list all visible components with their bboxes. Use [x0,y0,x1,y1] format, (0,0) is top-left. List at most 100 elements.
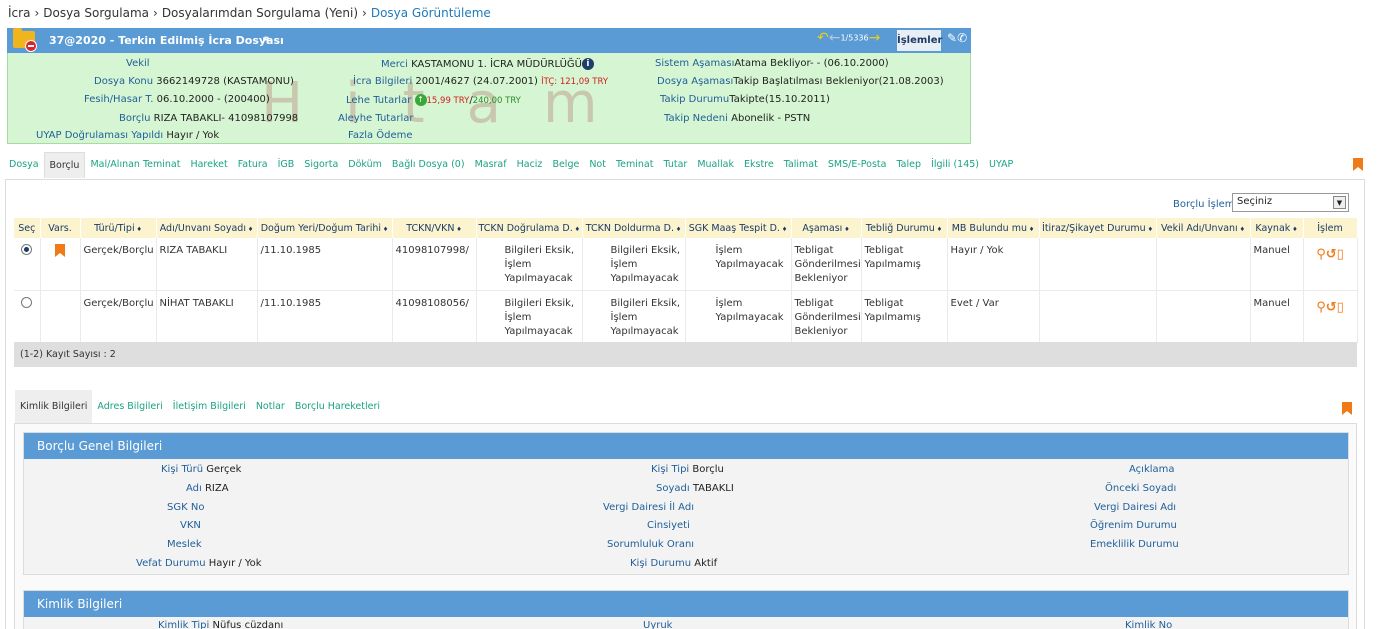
tab-fatura[interactable]: Fatura [233,152,273,178]
cell-kaynak: Manuel [1250,238,1304,291]
tab-tutar[interactable]: Tutar [658,152,692,178]
sort-icon[interactable]: ♦ [1290,226,1297,233]
subtab-kimlik-bilgileri[interactable]: Kimlik Bilgileri [15,390,93,423]
borclu-islem-select[interactable]: Seçiniz ▼ [1232,193,1349,212]
tab-haciz[interactable]: Haciz [512,152,548,178]
tab-belge[interactable]: Belge [547,152,584,178]
tab-teminat[interactable]: Teminat [611,152,659,178]
up-arrow-icon[interactable]: ↑ [414,94,427,106]
column-header[interactable]: SGK Maaş Tespit D. ♦ [685,218,792,238]
select-radio[interactable] [21,296,33,308]
sort-icon[interactable]: ♦ [1027,226,1034,233]
tab-masraf[interactable]: Masraf [470,152,512,178]
column-header[interactable]: İşlem [1303,218,1358,238]
sort-icon[interactable]: ♦ [780,226,787,233]
column-header[interactable]: TCKN Doğrulama D. ♦ [476,218,583,238]
tab-sigorta[interactable]: Sigorta [299,152,343,178]
column-header[interactable]: Tebliğ Durumu ♦ [861,218,948,238]
borclu-islem-selected: Seçiniz [1237,196,1273,207]
column-header[interactable]: TCKN Doldurma D. ♦ [582,218,686,238]
header-tools: ✎✆ [947,31,967,45]
sort-icon[interactable]: ♦ [674,226,681,233]
bookmark-icon[interactable] [55,244,65,257]
sort-icon[interactable]: ♦ [454,226,461,233]
tab-uyap[interactable]: UYAP [984,152,1018,178]
table-row[interactable]: Gerçek/Borçlu NİHAT TABAKLI/11.10.1985 410… [14,290,1358,343]
column-header[interactable]: Kaynak ♦ [1250,218,1304,238]
info-icon[interactable]: i [581,58,594,70]
vergi-dairesi-il-field: Vergi Dairesi İl Adı [603,502,694,513]
section-title: Borçlu Genel Bilgileri [24,433,1348,459]
select-radio[interactable] [21,244,33,255]
tab-borclu[interactable]: Borçlu [43,152,86,178]
fesih-field: Fesih/Hasar T. 06.10.2000 - (200400) [84,94,270,105]
main-tabs: Dosya Borçlu Mal/Alınan Teminat Hareket Fatu… [4,152,1018,178]
column-header[interactable]: Doğum Yeri/Doğum Tarihi ♦ [257,218,393,238]
sort-icon[interactable]: ♦ [246,226,253,233]
aleyhe-tutarlar-field: Aleyhe Tutarlar [338,113,414,124]
islemler-button[interactable]: İşlemler [897,30,942,51]
kisi-durumu-field: Kişi Durumu Aktif [630,558,718,569]
tab-sms-e-posta[interactable]: SMS/E-Posta [823,152,892,178]
next-arrow-icon[interactable]: → [869,30,881,46]
tab-dosya[interactable]: Dosya [4,152,44,178]
tab-hareket[interactable]: Hareket [185,152,232,178]
column-header[interactable]: Aşaması ♦ [791,218,862,238]
search-icon[interactable]: ⚲ [1316,247,1326,262]
tab-ilgili-145[interactable]: İlgili (145) [926,152,984,178]
breadcrumb-dosya-sorgulama[interactable]: Dosya Sorgulama [43,6,149,20]
sort-icon[interactable]: ♦ [1146,226,1153,233]
column-header[interactable]: Seç [14,218,41,238]
column-header[interactable]: İtiraz/Şikayet Durumu ♦ [1039,218,1157,238]
icra-bilgileri-field: İcra Bilgileri 2001/4627 (24.07.2001) İT… [353,76,609,87]
mobile-icon[interactable]: ▯ [1337,247,1344,262]
column-header[interactable]: Türü/Tipi ♦ [80,218,157,238]
sort-icon[interactable]: ♦ [381,226,388,233]
link-icon[interactable]: ⚭ [261,32,271,46]
tab-igb[interactable]: İGB [273,152,300,178]
subtab-notlar[interactable]: Notlar [251,390,290,423]
cell-sgk: İşlem Yapılmayacak [685,290,792,343]
tab-talep[interactable]: Talep [891,152,926,178]
sort-icon[interactable]: ♦ [935,226,942,233]
tab-ekstre[interactable]: Ekstre [739,152,779,178]
tab-not[interactable]: Not [584,152,611,178]
bookmark-icon[interactable] [1342,402,1352,415]
tab-talimat[interactable]: Talimat [779,152,823,178]
sort-icon[interactable]: ♦ [842,226,849,233]
cell-itiraz [1039,238,1157,291]
column-header[interactable]: Vekil Adı/Unvanı ♦ [1156,218,1251,238]
kimlik-tipi-field: Kimlik Tipi Nüfus cüzdanı [158,620,284,629]
column-header[interactable]: MB Bulundu mu ♦ [947,218,1040,238]
column-header[interactable]: TCKN/VKN ♦ [392,218,477,238]
sort-icon[interactable]: ♦ [135,226,141,233]
soyadi-field: Soyadı TABAKLI [656,483,734,494]
vars-cell [40,290,81,343]
search-icon[interactable]: ⚲ [1316,300,1326,315]
breadcrumb-dosyalarimdan[interactable]: Dosyalarımdan Sorgulama (Yeni) [162,6,358,20]
tab-dokum[interactable]: Döküm [343,152,387,178]
bookmark-icon[interactable] [1353,158,1363,171]
history-icon[interactable]: ↺ [1326,300,1337,315]
tab-mal-alinan-teminat[interactable]: Mal/Alınan Teminat [85,152,185,178]
table-row[interactable]: Gerçek/Borçlu RIZA TABAKLI/11.10.1985 4109… [14,238,1358,291]
prev-arrow-icon[interactable]: ↶ [817,30,829,46]
subtab-adres-bilgileri[interactable]: Adres Bilgileri [92,390,167,423]
takip-nedeni-field: Takip Nedeni Abonelik - PSTN [664,113,811,124]
mobile-icon[interactable]: ▯ [1337,300,1344,315]
uyruk-field: Uyruk [643,620,673,629]
history-icon[interactable]: ↺ [1326,247,1337,262]
tab-bagli-dosya-0[interactable]: Bağlı Dosya (0) [387,152,470,178]
subtab-borclu-hareketleri[interactable]: Borçlu Hareketleri [290,390,385,423]
cell-asama: Tebligat Gönderilmesi Bekleniyor [791,290,862,343]
column-header[interactable]: Vars. [40,218,81,238]
edit-icon[interactable]: ✎ [947,31,957,45]
tab-muallak[interactable]: Muallak [692,152,739,178]
phone-icon[interactable]: ✆ [957,31,967,45]
column-header[interactable]: Adı/Unvanı Soyadı ♦ [156,218,258,238]
sort-icon[interactable]: ♦ [1238,226,1245,233]
back-arrow-icon[interactable]: ← [829,30,841,46]
breadcrumb-icra[interactable]: İcra [8,6,30,20]
subtab-iletisim-bilgileri[interactable]: İletişim Bilgileri [168,390,251,423]
sort-icon[interactable]: ♦ [573,226,580,233]
